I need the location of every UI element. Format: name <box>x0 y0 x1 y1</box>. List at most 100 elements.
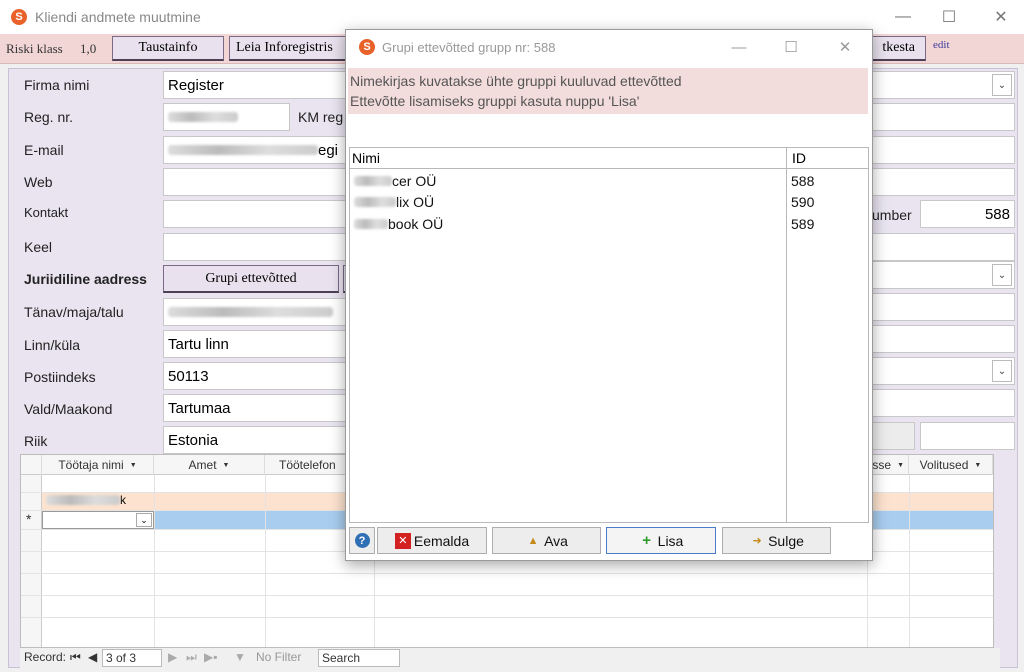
column-sse[interactable]: sse ▼ <box>867 455 909 475</box>
address-type-select[interactable]: ⌄ <box>871 261 1015 289</box>
dialog-close-button[interactable]: ✕ <box>822 30 868 64</box>
new-record-button[interactable]: ▶▪ <box>204 650 217 664</box>
row-selector-column[interactable] <box>21 475 42 647</box>
group-companies-list[interactable]: Nimi ID cer OÜ 588 lix OÜ 590 book OÜ 58… <box>349 147 869 523</box>
find-inforegister-button[interactable]: Leia Inforegistris <box>229 36 359 61</box>
select-all-corner[interactable] <box>21 455 42 475</box>
company-name-input[interactable]: Register <box>163 71 353 99</box>
open-button[interactable]: ▲ Ava <box>492 527 601 554</box>
city-label: Linn/küla <box>24 337 81 353</box>
list-item[interactable]: lix OÜ <box>354 194 784 210</box>
country-label: Riik <box>24 433 48 449</box>
city-input[interactable]: Tartu linn <box>163 330 353 358</box>
next-record-button[interactable]: ▶ <box>168 650 177 664</box>
dialog-title: Grupi ettevõtted grupp nr: 588 <box>382 39 556 55</box>
column-employee-name[interactable]: Töötaja nimi ▼ <box>42 455 154 475</box>
street-secondary-input[interactable] <box>871 293 1015 321</box>
county-secondary-input[interactable] <box>871 389 1015 417</box>
add-plus-icon: + <box>642 532 652 549</box>
number-input[interactable]: 588 <box>920 200 1015 228</box>
remove-button[interactable]: ✕ Eemalda <box>377 527 487 554</box>
postal-label: Postiindeks <box>24 369 96 385</box>
info-line-1: Nimekirjas kuvatakse ühte gruppi kuuluva… <box>350 73 682 89</box>
last-record-button[interactable]: ⏭ <box>186 650 197 665</box>
list-item[interactable]: cer OÜ <box>354 173 784 189</box>
number-label: umber <box>872 207 912 223</box>
street-input[interactable] <box>163 298 353 326</box>
previous-record-button[interactable]: ◀ <box>88 650 97 664</box>
column-id-header: ID <box>792 150 806 166</box>
filter-status[interactable]: No Filter <box>256 650 301 664</box>
risk-class-value: 1,0 <box>80 41 97 56</box>
km-reg-input[interactable] <box>871 103 1015 131</box>
remove-x-icon: ✕ <box>394 532 411 549</box>
reg-nr-label: Reg. nr. <box>24 109 74 125</box>
edit-link[interactable]: edit <box>933 39 950 51</box>
record-label: Record: <box>24 650 67 664</box>
postal-secondary-select[interactable]: ⌄ <box>871 357 1015 385</box>
sort-arrow-icon[interactable]: ▼ <box>897 462 904 469</box>
dialog-minimize-button[interactable]: — <box>716 30 762 64</box>
contact-input[interactable] <box>163 200 353 228</box>
record-position-input[interactable]: 3 of 3 <box>102 649 162 667</box>
web-input[interactable] <box>163 168 353 196</box>
company-id: 589 <box>791 216 815 232</box>
sort-arrow-icon[interactable]: ▼ <box>223 462 230 469</box>
company-id: 590 <box>791 194 815 210</box>
dialog-info-panel: Nimekirjas kuvatakse ühte gruppi kuuluva… <box>348 68 868 114</box>
first-record-button[interactable]: ⏮ <box>70 650 81 665</box>
exit-door-icon: ➜ <box>752 535 762 547</box>
background-info-button[interactable]: Taustainfo <box>112 36 224 61</box>
email-secondary-input[interactable] <box>871 136 1015 164</box>
app-icon: S <box>11 9 27 25</box>
chevron-down-icon[interactable]: ⌄ <box>992 264 1012 286</box>
language-label: Keel <box>24 239 53 255</box>
list-item[interactable]: book OÜ <box>354 216 784 232</box>
street-label: Tänav/maja/talu <box>24 304 124 320</box>
reg-nr-input[interactable] <box>163 103 290 131</box>
record-navigation: Record: ⏮ ◀ 3 of 3 ▶ ⏭ ▶▪ ▼ No Filter Se… <box>20 648 1000 668</box>
company-name: lix OÜ <box>396 194 435 210</box>
city-secondary-input[interactable] <box>871 325 1015 353</box>
language-secondary-input[interactable] <box>871 233 1015 261</box>
column-position[interactable]: Amet ▼ <box>154 455 265 475</box>
dialog-maximize-button[interactable]: ☐ <box>768 30 814 64</box>
column-authorizations[interactable]: Volitused ▼ <box>909 455 993 475</box>
country-extra-input[interactable] <box>920 422 1015 450</box>
risk-class-label: Riski klass <box>6 41 63 56</box>
add-button[interactable]: + Lisa <box>606 527 716 554</box>
filter-icon[interactable]: ▼ <box>234 650 246 664</box>
email-input[interactable]: egi <box>163 136 353 164</box>
chevron-down-icon[interactable]: ⌄ <box>992 360 1012 382</box>
close-button[interactable]: ➜ Sulge <box>722 527 831 554</box>
legal-address-label: Juriidiline aadress <box>24 271 147 287</box>
county-input[interactable]: Tartumaa <box>163 394 353 422</box>
chevron-down-icon[interactable]: ⌄ <box>136 513 152 527</box>
maximize-button[interactable]: ☐ <box>926 0 972 34</box>
column-name-header: Nimi <box>352 150 380 166</box>
group-companies-button[interactable]: Grupi ettevõtted <box>163 265 339 293</box>
sort-arrow-icon[interactable]: ▼ <box>130 462 137 469</box>
open-folder-icon: ▲ <box>527 534 539 547</box>
chevron-down-icon[interactable]: ⌄ <box>992 74 1012 96</box>
search-input[interactable]: Search <box>318 649 400 667</box>
new-employee-combo[interactable]: ⌄ <box>42 511 154 529</box>
employee-name-cell: k <box>120 493 126 507</box>
sort-arrow-icon[interactable]: ▼ <box>974 462 981 469</box>
language-input[interactable] <box>163 233 353 261</box>
contact-label: Kontakt <box>24 205 69 220</box>
country-input[interactable]: Estonia <box>163 426 353 454</box>
postal-input[interactable]: 50113 <box>163 362 353 390</box>
country-code-input[interactable] <box>871 422 915 450</box>
column-work-phone[interactable]: Töötelefon <box>265 455 349 475</box>
new-row-marker: * <box>26 511 32 527</box>
company-type-select[interactable]: ⌄ <box>871 71 1015 99</box>
web-secondary-input[interactable] <box>871 168 1015 196</box>
help-button[interactable]: ? <box>349 527 375 554</box>
close-window-button[interactable]: ✕ <box>978 0 1024 34</box>
km-reg-label: KM reg <box>298 109 344 125</box>
minimize-button[interactable]: — <box>880 0 926 34</box>
county-label: Vald/Maakond <box>24 401 113 417</box>
list-header: Nimi ID <box>350 148 868 169</box>
app-icon: S <box>359 39 375 55</box>
